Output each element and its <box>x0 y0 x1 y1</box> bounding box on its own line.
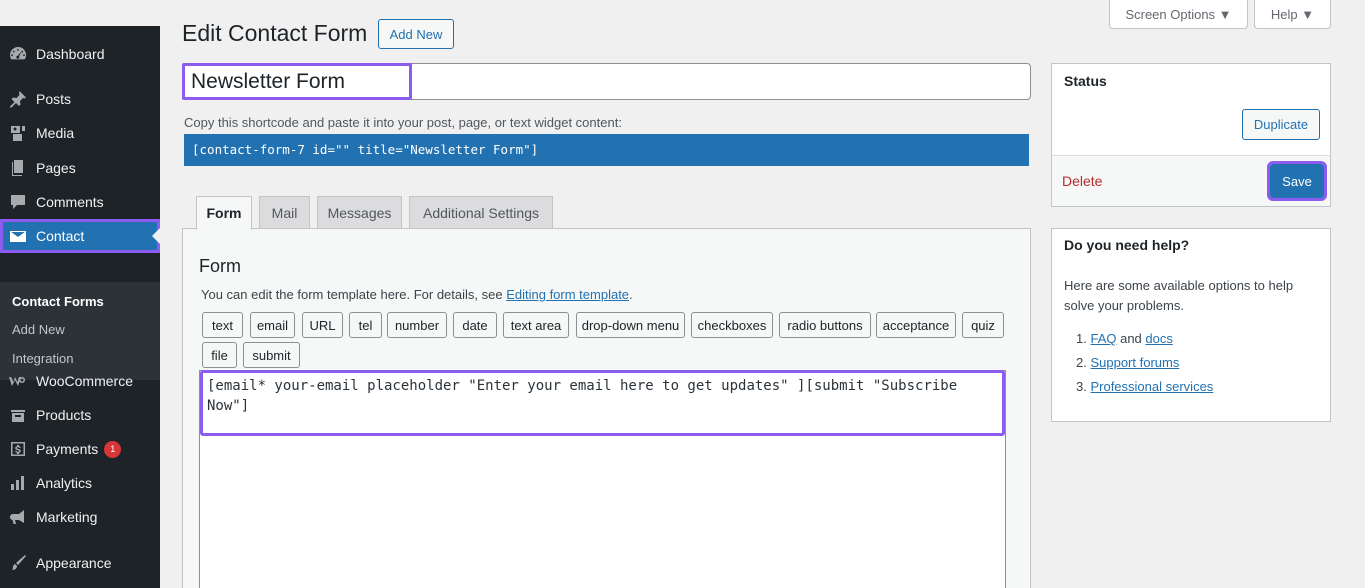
sidebar-item-label: Posts <box>36 91 72 107</box>
sidebar-item-contact[interactable]: Contact <box>0 219 160 253</box>
tab-mail[interactable]: Mail <box>259 196 310 229</box>
sidebar-item-marketing[interactable]: Marketing <box>0 500 160 534</box>
tag-button-textarea[interactable]: text area <box>503 312 569 338</box>
help-button[interactable]: Help ▼ <box>1254 0 1331 29</box>
template-highlight <box>200 370 1005 436</box>
duplicate-button[interactable]: Duplicate <box>1242 109 1320 140</box>
tag-button-number[interactable]: number <box>387 312 447 338</box>
sidebar-item-label: Payments <box>36 441 99 457</box>
sidebar-item-products[interactable]: Products <box>0 398 160 432</box>
sidebar-item-label: Contact <box>36 228 85 244</box>
tag-button-submit[interactable]: submit <box>243 342 300 368</box>
list-number: 2. <box>1076 355 1087 370</box>
tag-button-dropdown[interactable]: drop-down menu <box>576 312 685 338</box>
notification-badge: 1 <box>104 440 122 458</box>
tag-button-quiz[interactable]: quiz <box>962 312 1004 338</box>
professional-services-link[interactable]: Professional services <box>1090 379 1213 394</box>
docs-link[interactable]: docs <box>1145 331 1172 346</box>
and-text: and <box>1116 331 1146 346</box>
tab-additional-settings[interactable]: Additional Settings <box>409 196 553 229</box>
help-item-services: 3. Professional services <box>1076 379 1213 394</box>
help-description: Here are some available options to help … <box>1064 278 1294 313</box>
sidebar-item-label: Analytics <box>36 475 93 491</box>
megaphone-icon <box>0 507 36 527</box>
dashboard-icon <box>0 44 36 64</box>
list-number: 1. <box>1076 331 1087 346</box>
tab-messages[interactable]: Messages <box>317 196 402 229</box>
tag-button-file[interactable]: file <box>202 342 237 368</box>
sidebar-item-label: Comments <box>36 194 104 210</box>
brush-icon <box>0 553 36 573</box>
sidebar-item-payments[interactable]: Payments 1 <box>0 432 160 466</box>
tag-button-radio[interactable]: radio buttons <box>779 312 871 338</box>
sidebar-item-posts[interactable]: Posts <box>0 82 160 116</box>
sidebar-item-label: Marketing <box>36 509 98 525</box>
scrollbar[interactable] <box>1352 0 1365 588</box>
sidebar-item-pages[interactable]: Pages <box>0 151 160 185</box>
tag-button-checkboxes[interactable]: checkboxes <box>691 312 773 338</box>
sidebar-item-label: Appearance <box>36 555 112 571</box>
status-title: Status <box>1064 73 1107 89</box>
sidebar-item-label: WooCommerce <box>36 373 133 389</box>
comment-icon <box>0 192 36 212</box>
help-item-support: 2. Support forums <box>1076 355 1179 370</box>
support-forums-link[interactable]: Support forums <box>1090 355 1179 370</box>
screen-options-button[interactable]: Screen Options ▼ <box>1109 0 1248 29</box>
sidebar-item-comments[interactable]: Comments <box>0 185 160 219</box>
shortcode-field[interactable]: [contact-form-7 id="" title="Newsletter … <box>184 134 1029 166</box>
description-period: . <box>629 287 633 302</box>
sidebar-item-label: Dashboard <box>36 46 105 62</box>
sidebar-item-woocommerce[interactable]: WooCommerce <box>0 364 160 398</box>
shortcode-hint: Copy this shortcode and paste it into yo… <box>184 115 622 130</box>
list-number: 3. <box>1076 379 1087 394</box>
tag-button-email[interactable]: email <box>250 312 295 338</box>
active-indicator <box>152 228 160 244</box>
tag-button-tel[interactable]: tel <box>349 312 382 338</box>
bar-chart-icon <box>0 473 36 493</box>
title-highlight <box>182 63 412 100</box>
tag-button-text[interactable]: text <box>202 312 243 338</box>
tag-button-url[interactable]: URL <box>302 312 343 338</box>
payments-icon <box>0 439 36 459</box>
submenu-add-new[interactable]: Add New <box>12 322 65 337</box>
envelope-icon <box>0 226 36 246</box>
save-button[interactable]: Save <box>1267 161 1327 201</box>
tab-form[interactable]: Form <box>196 196 252 230</box>
sidebar-item-dashboard[interactable]: Dashboard <box>0 37 160 71</box>
admin-top-area <box>0 0 160 26</box>
tag-button-acceptance[interactable]: acceptance <box>876 312 956 338</box>
sidebar-item-appearance[interactable]: Appearance <box>0 546 160 580</box>
form-heading: Form <box>199 256 241 276</box>
editing-form-template-link[interactable]: Editing form template <box>506 287 629 302</box>
delete-link[interactable]: Delete <box>1062 173 1102 189</box>
page-title: Edit Contact Form <box>182 20 368 46</box>
pages-icon <box>0 158 36 178</box>
submenu-contact-forms[interactable]: Contact Forms <box>12 294 104 309</box>
sidebar-item-analytics[interactable]: Analytics <box>0 466 160 500</box>
tag-button-date[interactable]: date <box>453 312 497 338</box>
faq-link[interactable]: FAQ <box>1090 331 1116 346</box>
pin-icon <box>0 89 36 109</box>
help-title: Do you need help? <box>1064 237 1190 253</box>
add-new-button[interactable]: Add New <box>378 19 454 49</box>
form-description: You can edit the form template here. For… <box>201 287 633 302</box>
sidebar-item-label: Media <box>36 125 75 141</box>
sidebar-item-label: Products <box>36 407 92 423</box>
description-text: You can edit the form template here. For… <box>201 287 507 302</box>
sidebar-item-media[interactable]: Media <box>0 116 160 150</box>
help-item-faq: 1. FAQ and docs <box>1076 331 1173 346</box>
sidebar-item-label: Pages <box>36 160 76 176</box>
products-icon <box>0 405 36 425</box>
media-icon <box>0 123 36 143</box>
admin-sidebar: Dashboard Posts Media Pages Comments Con… <box>0 26 160 588</box>
woocommerce-icon <box>0 371 36 391</box>
